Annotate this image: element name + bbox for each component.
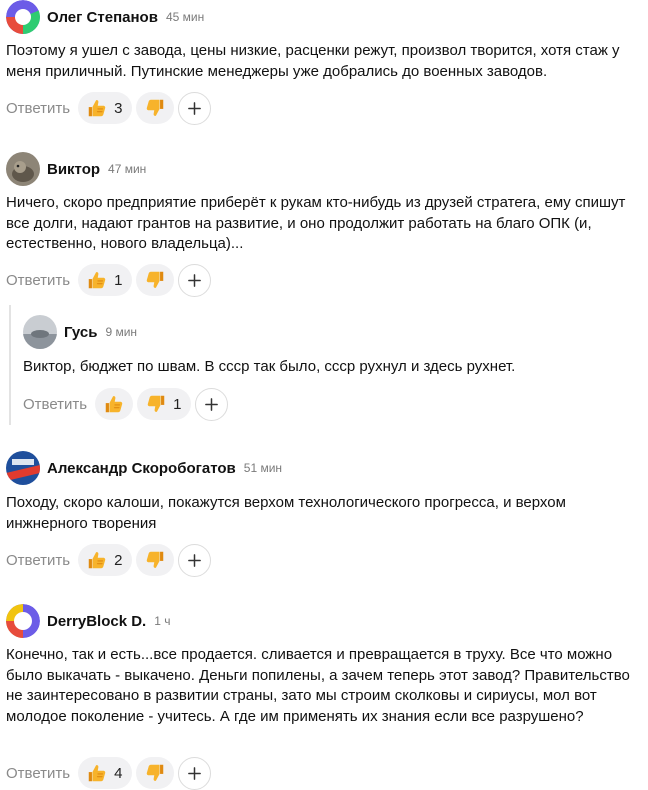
comment-time[interactable]: 51 мин — [244, 461, 282, 475]
comment-actions: Ответить 3 — [6, 91, 212, 125]
author-name[interactable]: Гусь — [64, 324, 97, 341]
add-reaction-button[interactable] — [178, 263, 212, 297]
add-reaction-button[interactable] — [178, 543, 212, 577]
dislike-button[interactable] — [136, 544, 175, 576]
like-count: 2 — [114, 551, 123, 569]
thread-line — [9, 305, 11, 425]
comment-actions: Ответить 2 — [6, 543, 212, 577]
comment-time[interactable]: 1 ч — [154, 614, 170, 628]
thumbs-down-icon — [144, 549, 166, 571]
avatar[interactable] — [6, 152, 40, 186]
thumbs-down-icon — [144, 762, 166, 784]
like-button[interactable]: 3 — [78, 92, 133, 124]
comment-text: Ничего, скоро предприятие приберёт к рук… — [6, 194, 626, 252]
plus-icon — [187, 273, 202, 288]
dislike-button[interactable] — [136, 757, 175, 789]
author-name[interactable]: Олег Степанов — [47, 9, 158, 26]
comment-actions: Ответить 1 — [23, 387, 229, 421]
reply-button[interactable]: Ответить — [6, 552, 70, 569]
author-name[interactable]: Александр Скоробогатов — [47, 460, 236, 477]
dislike-count: 1 — [173, 395, 182, 413]
dislike-button[interactable]: 1 — [137, 388, 192, 420]
comment-header: Олег Степанов 45 мин — [6, 0, 204, 34]
reply-button[interactable]: Ответить — [6, 272, 70, 289]
author-name[interactable]: Виктор — [47, 161, 100, 178]
avatar[interactable] — [6, 451, 40, 485]
reply-button[interactable]: Ответить — [6, 100, 70, 117]
avatar[interactable] — [6, 0, 40, 34]
thumbs-down-icon — [145, 393, 167, 415]
plus-icon — [204, 397, 219, 412]
comment-text: Походу, скоро калоши, покажутся верхом т… — [6, 494, 566, 532]
dislike-button[interactable] — [136, 92, 175, 124]
add-reaction-button[interactable] — [195, 387, 229, 421]
like-button[interactable] — [95, 388, 134, 420]
reply-button[interactable]: Ответить — [6, 765, 70, 782]
plus-icon — [187, 553, 202, 568]
dislike-button[interactable] — [136, 264, 175, 296]
like-button[interactable]: 4 — [78, 757, 133, 789]
plus-icon — [187, 101, 202, 116]
avatar[interactable] — [6, 604, 40, 638]
comment-time[interactable]: 9 мин — [105, 325, 137, 339]
comment-actions: Ответить 1 — [6, 263, 212, 297]
reply-button[interactable]: Ответить — [23, 396, 87, 413]
author-name[interactable]: DerryBlock D. — [47, 613, 146, 630]
add-reaction-button[interactable] — [178, 91, 212, 125]
comment-time[interactable]: 47 мин — [108, 162, 146, 176]
plus-icon — [187, 766, 202, 781]
comment-header: DerryBlock D. 1 ч — [6, 604, 170, 638]
like-count: 3 — [114, 99, 123, 117]
comment-text: Конечно, так и есть...все продается. сли… — [6, 646, 630, 725]
comment-time[interactable]: 45 мин — [166, 10, 204, 24]
thumbs-up-icon — [86, 549, 108, 571]
add-reaction-button[interactable] — [178, 756, 212, 790]
comment-text: Виктор, бюджет по швам. В ссср так было,… — [23, 358, 516, 375]
comment-actions: Ответить 4 — [6, 756, 212, 790]
thumbs-up-icon — [103, 393, 125, 415]
thumbs-up-icon — [86, 762, 108, 784]
avatar[interactable] — [23, 315, 57, 349]
thumbs-up-icon — [86, 97, 108, 119]
thumbs-down-icon — [144, 269, 166, 291]
thumbs-up-icon — [86, 269, 108, 291]
thumbs-down-icon — [144, 97, 166, 119]
like-button[interactable]: 2 — [78, 544, 133, 576]
like-button[interactable]: 1 — [78, 264, 133, 296]
like-count: 1 — [114, 271, 123, 289]
comment-text: Поэтому я ушел с завода, цены низкие, ра… — [6, 42, 620, 80]
comment-header: Гусь 9 мин — [23, 315, 137, 349]
like-count: 4 — [114, 764, 123, 782]
comment-header: Виктор 47 мин — [6, 152, 146, 186]
comment-header: Александр Скоробогатов 51 мин — [6, 451, 282, 485]
